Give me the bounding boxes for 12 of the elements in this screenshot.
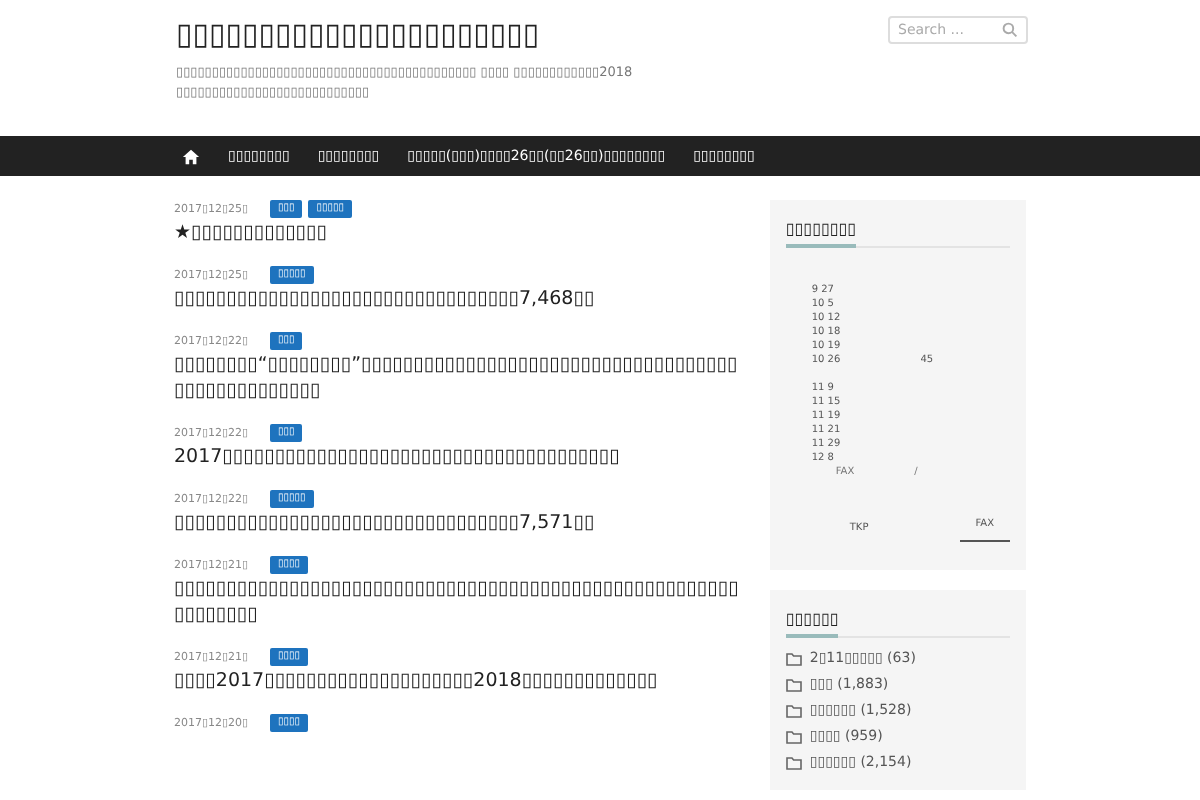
post-title[interactable]: ▯▯▯▯▯▯▯▯▯▯▯▯▯▯▯▯▯▯▯▯▯▯▯▯▯▯▯▯▯▯▯▯▯7,468▯▯ [174, 286, 746, 312]
home-icon[interactable] [182, 147, 200, 165]
post-title[interactable]: ▯▯▯▯▯▯▯▯▯▯▯▯▯▯▯▯▯▯▯▯▯▯▯▯▯▯▯▯▯▯▯▯▯7,571▯▯ [174, 510, 746, 536]
site-title[interactable]: ▯▯▯▯▯▯▯▯▯▯▯▯▯▯▯▯▯▯▯▯▯▯ [176, 16, 636, 54]
post-title[interactable]: ▯▯▯▯▯▯▯▯“▯▯▯▯▯▯▯▯”▯▯▯▯▯▯▯▯▯▯▯▯▯▯▯▯▯▯▯▯▯▯▯▯▯▯▯▯▯▯▯▯▯▯▯▯▯▯▯▯▯▯▯▯▯▯▯▯▯▯ [174, 352, 746, 404]
widget-title: ▯▯▯▯▯▯ [785, 610, 839, 638]
post-title[interactable]: ▯▯▯▯▯▯▯▯▯▯▯▯▯▯▯▯▯▯▯▯▯▯▯▯▯▯▯▯▯▯▯▯▯▯▯▯▯▯▯▯▯▯▯▯▯▯▯▯▯▯▯▯▯▯▯▯▯▯▯▯▯▯ [174, 576, 746, 628]
post-title[interactable]: 2017▯▯▯▯▯▯▯▯▯▯▯▯▯▯▯▯▯▯▯▯▯▯▯▯▯▯▯▯▯▯▯▯▯▯▯▯▯▯ [174, 444, 746, 470]
post-title[interactable]: ▯▯▯▯2017▯▯▯▯▯▯▯▯▯▯▯▯▯▯▯▯▯▯▯▯2018▯▯▯▯▯▯▯▯▯▯▯▯▯ [174, 668, 746, 694]
post-title[interactable]: ★▯▯▯▯▯▯▯▯▯▯▯▯▯ [174, 220, 746, 246]
widget-title: ▯▯▯▯▯▯▯▯ [785, 220, 857, 248]
search-icon [1002, 22, 1018, 38]
